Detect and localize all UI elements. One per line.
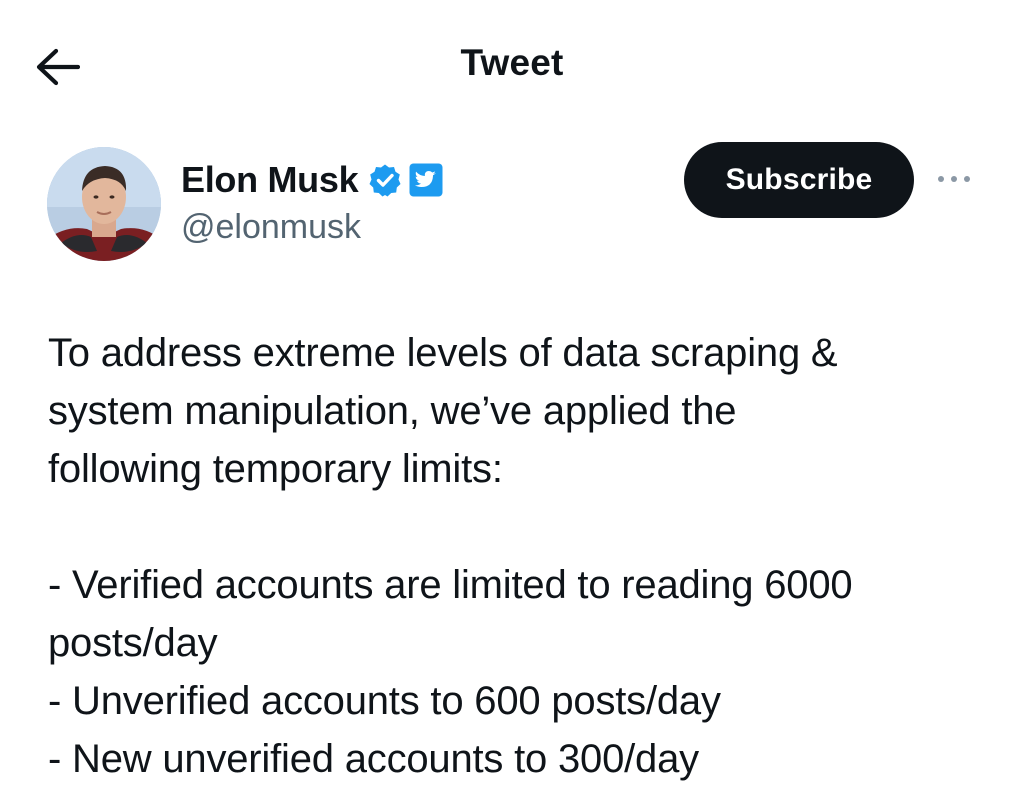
tweet-text: To address extreme levels of data scrapi…: [48, 324, 1008, 788]
tweet-text-line: To address extreme levels of data scrapi…: [48, 331, 838, 375]
tweet-limit-line: - Unverified accounts to 600 posts/day: [48, 679, 721, 723]
more-dots-icon: [938, 176, 970, 182]
more-options-button[interactable]: [932, 166, 976, 192]
author-name[interactable]: Elon Musk: [181, 159, 359, 201]
name-line: Elon Musk: [181, 158, 444, 202]
paragraph-break: [48, 498, 1008, 556]
subscribe-button[interactable]: Subscribe: [684, 142, 914, 218]
tweet-limit-line: - Verified accounts are limited to readi…: [48, 563, 853, 607]
avatar[interactable]: [47, 147, 161, 261]
avatar-image: [47, 147, 161, 261]
page-title: Tweet: [460, 42, 564, 83]
tweet-limit-line: - New unverified accounts to 300/day: [48, 737, 699, 781]
tweet-text-line: following temporary limits:: [48, 447, 503, 491]
verified-badge-icon[interactable]: [368, 163, 402, 197]
tweet-author: Elon Musk @elonmusk Subscribe: [0, 140, 1024, 270]
author-handle[interactable]: @elonmusk: [181, 208, 361, 247]
tweet-limit-line: posts/day: [48, 621, 218, 665]
twitter-bird-icon[interactable]: [408, 162, 444, 198]
top-bar: Tweet: [0, 0, 1024, 130]
tweet-text-line: system manipulation, we’ve applied the: [48, 389, 737, 433]
